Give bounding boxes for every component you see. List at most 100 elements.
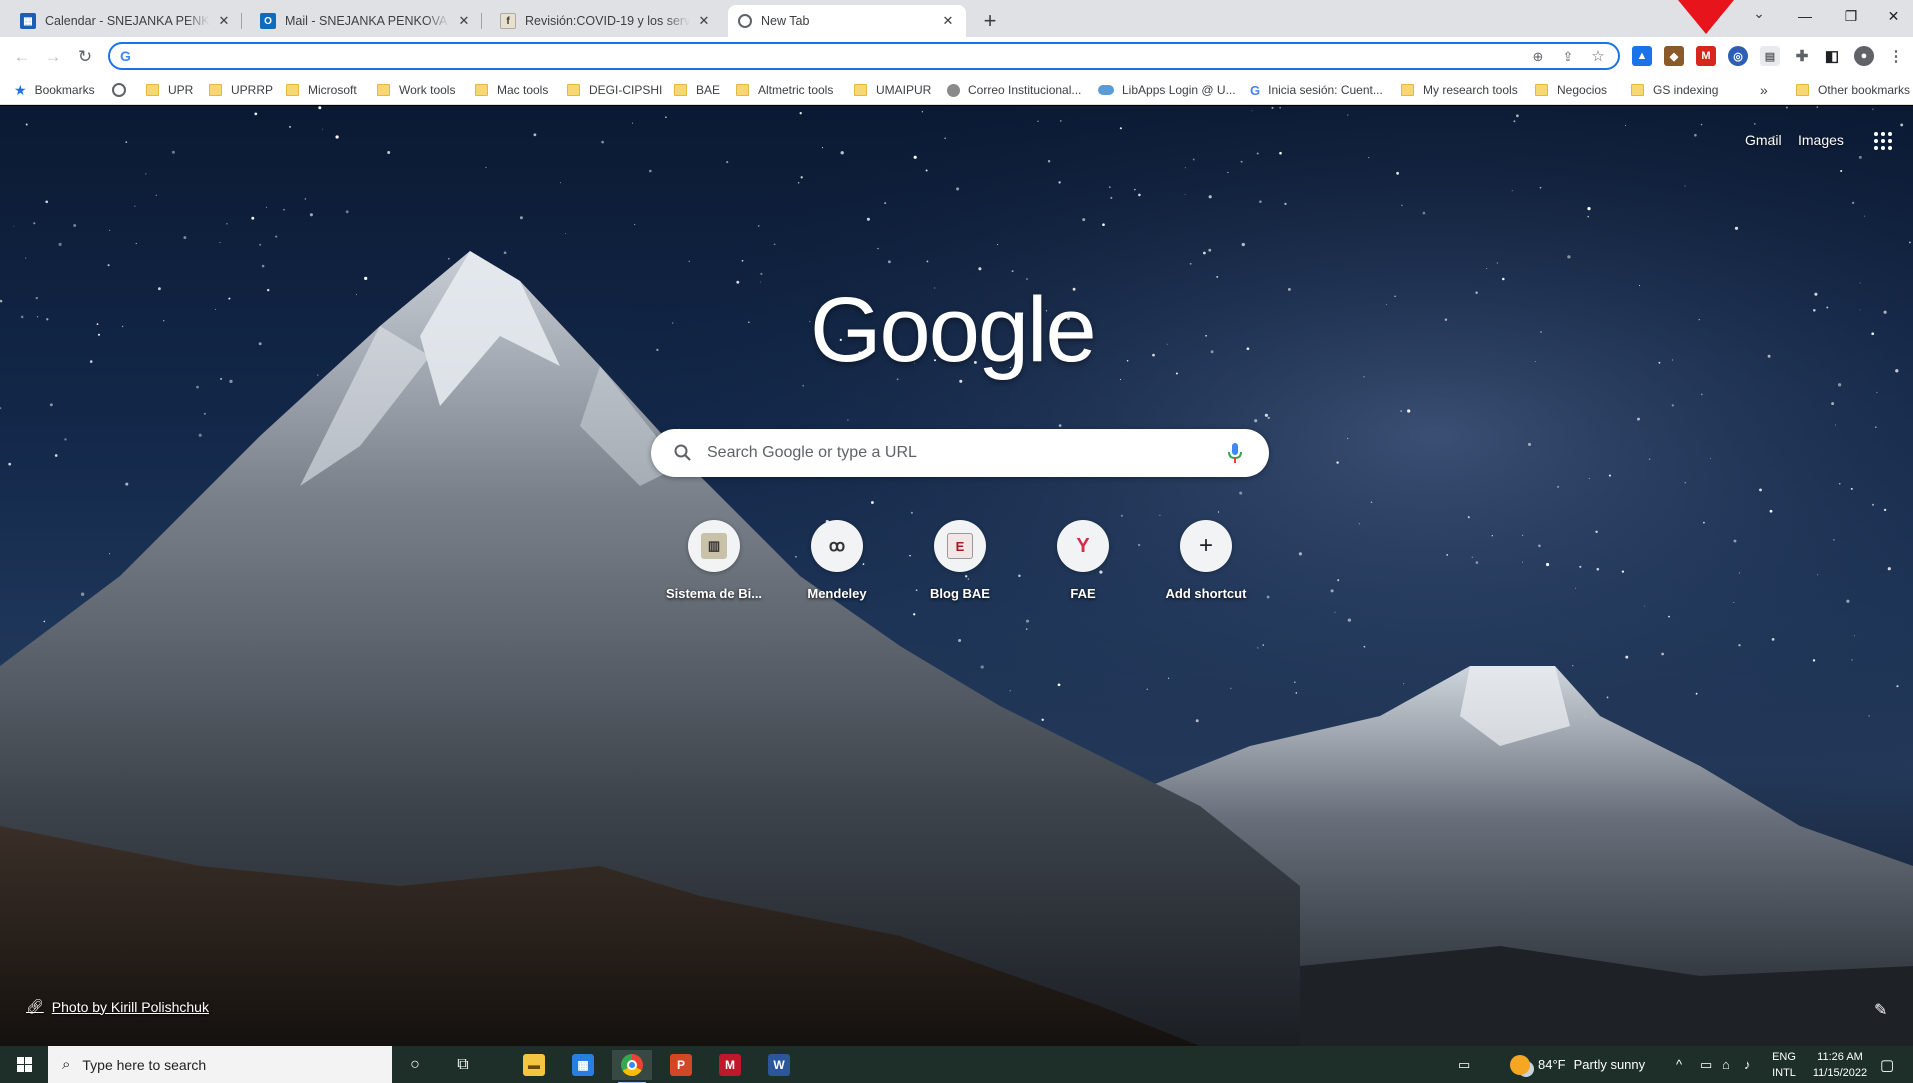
folder-icon	[1535, 84, 1548, 96]
google-icon: G	[120, 48, 131, 64]
mendeley-taskbar-icon[interactable]: M	[710, 1050, 750, 1080]
bookmark-inicia-sesion[interactable]: G Inicia sesión: Cuent...	[1250, 81, 1383, 99]
zoom-icon[interactable]: ⊕	[1528, 47, 1548, 67]
word-icon[interactable]: W	[759, 1050, 799, 1080]
bookmark-folder-degi-cipshi[interactable]: DEGI-CIPSHI	[567, 81, 662, 99]
battery-icon[interactable]: ▭	[1700, 1046, 1712, 1083]
tab-revision[interactable]: f Revisión:COVID-19 y los servicios ✕	[490, 5, 722, 37]
weather-widget[interactable]: 84°F Partly sunny	[1510, 1046, 1645, 1083]
profile-avatar[interactable]: ●	[1854, 46, 1874, 66]
new-tab-button[interactable]: +	[976, 8, 1004, 36]
close-tab-icon[interactable]: ✕	[456, 13, 472, 29]
start-button[interactable]	[0, 1046, 48, 1083]
shortcut-sistema-de-bibliotecas[interactable]: ▥ Sistema de Bi...	[658, 514, 770, 610]
bookmark-star-icon[interactable]: ☆	[1588, 47, 1608, 67]
taskbar-search-input[interactable]	[82, 1056, 343, 1073]
folder-icon	[1796, 84, 1809, 96]
reload-icon[interactable]: ↻	[73, 45, 97, 69]
tab-new-tab[interactable]: New Tab ✕	[728, 5, 966, 37]
photo-credit-link[interactable]: 🔗︎ Photo by Kirill Polishchuk	[26, 998, 209, 1015]
bookmark-folder-upr[interactable]: UPR	[146, 81, 193, 99]
taskbar-search[interactable]: ⌕	[48, 1046, 392, 1083]
shortcut-fae[interactable]: Y FAE	[1027, 514, 1139, 610]
tab-calendar[interactable]: ▦ Calendar - SNEJANKA PENKOVA ✕	[10, 5, 242, 37]
share-icon[interactable]: ⇪	[1558, 47, 1578, 67]
forward-icon[interactable]: →	[41, 45, 65, 69]
search-input[interactable]	[707, 441, 1207, 465]
widgets-icon[interactable]: ▭	[1458, 1046, 1470, 1083]
extension-circle-icon[interactable]: ◎	[1728, 46, 1748, 66]
close-tab-icon[interactable]: ✕	[216, 13, 232, 29]
bookmark-folder-umaipur[interactable]: UMAIPUR	[854, 81, 931, 99]
folder-icon	[209, 84, 222, 96]
shortcut-tile: ▥	[688, 520, 740, 572]
extension-owl-icon[interactable]: ◆	[1664, 46, 1684, 66]
search-box[interactable]	[651, 429, 1269, 477]
bookmark-folder-work-tools[interactable]: Work tools	[377, 81, 455, 99]
extension-mendeley-icon[interactable]: M	[1696, 46, 1716, 66]
close-tab-icon[interactable]: ✕	[940, 13, 956, 29]
wiki-icon: f	[500, 13, 516, 29]
tab-search-chevron-icon[interactable]: ⌄	[1747, 5, 1771, 29]
images-link[interactable]: Images	[1798, 132, 1844, 148]
folder-icon	[1631, 84, 1644, 96]
other-bookmarks-folder[interactable]: Other bookmarks	[1796, 81, 1910, 99]
bookmarks-button[interactable]: ★ Bookmarks	[14, 81, 95, 99]
file-explorer-icon[interactable]: ▬	[514, 1050, 554, 1080]
seal-icon	[947, 83, 960, 97]
shortcut-label: Sistema de Bi...	[665, 586, 763, 601]
system-clock[interactable]: 11:26 AM 11/15/2022	[1804, 1049, 1876, 1081]
bookmark-correo-institucional[interactable]: Correo Institucional...	[947, 81, 1081, 99]
minimize-icon[interactable]: —	[1782, 0, 1828, 34]
volume-icon[interactable]: ♪	[1744, 1046, 1751, 1083]
input-language[interactable]: ENG INTL	[1766, 1049, 1802, 1081]
gmail-link[interactable]: Gmail	[1745, 132, 1782, 148]
task-view-icon[interactable]: ⧉	[443, 1050, 483, 1080]
shortcut-mendeley[interactable]: ꝏ Mendeley	[781, 514, 893, 610]
bookmark-libapps-login[interactable]: LibApps Login @ U...	[1098, 81, 1236, 99]
bookmark-folder-mac-tools[interactable]: Mac tools	[475, 81, 548, 99]
close-window-icon[interactable]: ✕	[1874, 0, 1913, 34]
shortcut-tile: Y	[1057, 520, 1109, 572]
chrome-taskbar-icon[interactable]	[612, 1050, 652, 1083]
bookmark-globe[interactable]	[112, 81, 126, 99]
folder-icon	[377, 84, 390, 96]
menu-kebab-icon[interactable]: ⋮	[1886, 46, 1906, 66]
microsoft-store-icon[interactable]: ▦	[563, 1050, 603, 1080]
shortcut-blog-bae[interactable]: E Blog BAE	[904, 514, 1016, 610]
customize-pencil-icon[interactable]: ✎	[1874, 1000, 1894, 1020]
bookmark-folder-negocios[interactable]: Negocios	[1535, 81, 1607, 99]
fae-icon: Y	[1076, 534, 1090, 557]
cortana-icon[interactable]: ○	[395, 1050, 435, 1080]
google-apps-icon[interactable]	[1874, 132, 1892, 150]
tab-mail[interactable]: O Mail - SNEJANKA PENKOVA - Outlook ✕	[250, 5, 482, 37]
bookmark-folder-my-research-tools[interactable]: My research tools	[1401, 81, 1518, 99]
tray-overflow-chevron-icon[interactable]: ^	[1676, 1046, 1682, 1083]
powerpoint-icon[interactable]: P	[661, 1050, 701, 1080]
microphone-icon[interactable]	[1227, 442, 1243, 464]
notifications-icon[interactable]: ▢	[1880, 1046, 1894, 1083]
extension-doc-icon[interactable]: ▤	[1760, 46, 1780, 66]
bookmark-folder-altmetric-tools[interactable]: Altmetric tools	[736, 81, 833, 99]
bookmark-folder-gs-indexing[interactable]: GS indexing	[1631, 81, 1718, 99]
address-input[interactable]	[142, 46, 1522, 66]
shortcut-label: Mendeley	[807, 586, 867, 601]
back-icon[interactable]: ←	[10, 45, 34, 69]
network-icon[interactable]: ⌂	[1722, 1046, 1730, 1083]
shortcut-add[interactable]: + Add shortcut	[1150, 514, 1262, 610]
extension-graduation-icon[interactable]: ▲	[1632, 46, 1652, 66]
tab-strip: ▦ Calendar - SNEJANKA PENKOVA ✕ O Mail -…	[0, 0, 1913, 37]
restore-icon[interactable]: ❐	[1828, 0, 1874, 34]
new-tab-page: Gmail Images Google ▥ Sistema de Bi... ꝏ…	[0, 106, 1913, 1046]
bookmark-folder-uprrp[interactable]: UPRRP	[209, 81, 273, 99]
bookmark-folder-microsoft[interactable]: Microsoft	[286, 81, 357, 99]
side-panel-icon[interactable]: ◧	[1822, 46, 1842, 66]
bookmark-folder-bae[interactable]: BAE	[674, 81, 720, 99]
address-bar[interactable]: G ⊕ ⇪ ☆	[108, 42, 1620, 70]
shortcut-tile: E	[934, 520, 986, 572]
bookmarks-overflow-chevron[interactable]: »	[1760, 81, 1768, 99]
browser-toolbar: ← → ↻ G ⊕ ⇪ ☆ ▲ ◆ M ◎ ▤ ✚ ◧ ● ⋮	[0, 37, 1913, 75]
close-tab-icon[interactable]: ✕	[696, 13, 712, 29]
extensions-puzzle-icon[interactable]: ✚	[1792, 46, 1812, 66]
folder-icon	[674, 84, 687, 96]
